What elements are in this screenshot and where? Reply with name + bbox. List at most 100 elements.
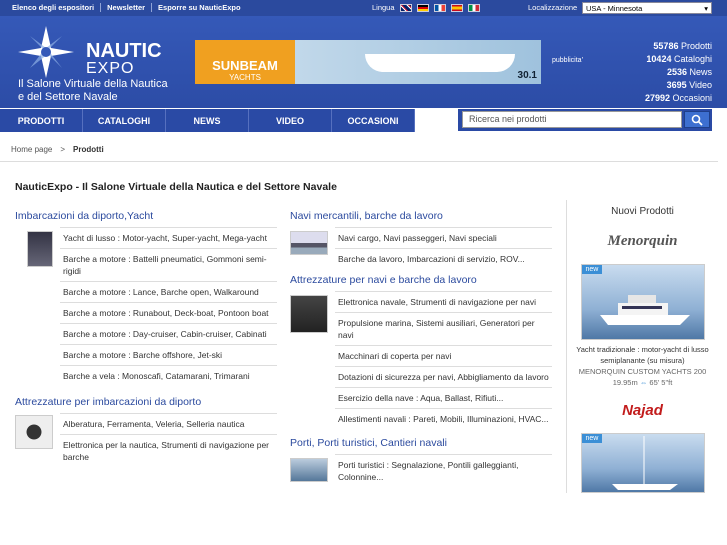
list-item[interactable]: Elettronica per la nautica, Strumenti di… [60,434,277,467]
electronics-thumbnail[interactable] [290,295,328,333]
category-title[interactable]: Navi mercantili, barche da lavoro [290,210,552,222]
list-item[interactable]: Elettronica navale, Strumenti di navigaz… [335,291,552,312]
banner-brand: SUNBEAM [212,58,278,73]
location-select[interactable]: USA - Minnesota ▾ [582,2,712,14]
search-icon [691,114,703,126]
flag-fr-icon[interactable] [433,3,446,12]
lingua-label: Lingua [372,3,395,12]
list-item[interactable]: Macchinari di coperta per navi [335,345,552,366]
boat-image [365,54,515,72]
list-item[interactable]: Yacht di lusso : Motor-yacht, Super-yach… [60,227,277,248]
list-item[interactable]: Navi cargo, Navi passeggeri, Navi specia… [335,227,552,248]
ship-thumbnail[interactable] [290,231,328,255]
nav-news[interactable]: NEWS [166,109,249,132]
category-title[interactable]: Attrezzature per navi e barche da lavoro [290,274,552,286]
list-item[interactable]: Barche a motore : Runabout, Deck-boat, P… [60,302,277,323]
stat-cataloghi[interactable]: 10424 Cataloghi [645,53,712,66]
ad-banner[interactable]: SUNBEAM YACHTS 30.1 [195,40,541,84]
new-badge: new [581,434,603,443]
list-item[interactable]: Barche a motore : Battelli pneumatici, G… [60,248,277,281]
stat-num: 27992 [644,93,670,103]
stat-label: Cataloghi [673,54,712,64]
nav-occasioni[interactable]: OCCASIONI [332,109,415,132]
link-newsletter[interactable]: Newsletter [101,3,153,12]
category-block: Yacht di lusso : Motor-yacht, Super-yach… [15,227,277,386]
localizzazione-label: Localizzazione [528,3,578,12]
motor-yacht-icon [599,295,690,325]
breadcrumb-home[interactable]: Home page [11,145,52,154]
list-item[interactable]: Porti turistici : Segnalazione, Pontili … [335,454,552,487]
winch-thumbnail[interactable] [15,415,53,449]
list-item[interactable]: Barche a vela : Monoscafi, Catamarani, T… [60,365,277,386]
flag-it-icon[interactable] [467,3,480,12]
logo-line1: NAUTIC [86,40,162,62]
logo-text: NAUTIC EXPO [86,40,162,78]
nauticexpo-logo[interactable]: NAUTIC EXPO [18,26,162,78]
sailboat-icon [611,436,678,490]
top-bar: Elenco degli espositori Newsletter Espor… [0,0,727,16]
banner-sub: YACHTS [229,73,261,82]
nav-prodotti[interactable]: PRODOTTI [0,109,83,132]
search-bar: Ricerca nei prodotti [458,109,712,131]
stat-label: Prodotti [680,41,712,51]
flag-de-icon[interactable] [416,3,429,12]
header: NAUTIC EXPO Il Salone Virtuale della Nau… [0,16,727,108]
list-item[interactable]: Barche a motore : Day-cruiser, Cabin-cru… [60,323,277,344]
product-desc[interactable]: Yacht tradizionale : motor-yacht di luss… [567,344,718,366]
najad-logo[interactable]: Najad [567,402,718,419]
breadcrumb-separator: > [60,145,66,154]
category-block: Elettronica navale, Strumenti di navigaz… [290,291,552,429]
category-block: Navi cargo, Navi passeggeri, Navi specia… [290,227,552,269]
menorquin-logo[interactable]: Menorquin [567,233,718,250]
tagline-line1: Il Salone Virtuale della Nautica [18,78,168,90]
stat-label: Video [689,80,712,90]
stat-prodotti[interactable]: 55786 Prodotti [645,40,712,53]
new-products-title: Nuovi Prodotti [611,206,674,217]
breadcrumb-current: Prodotti [73,145,104,154]
chevron-down-icon: ▾ [704,4,708,13]
stat-news[interactable]: 2536 News [645,66,712,79]
list-item[interactable]: Propulsione marina, Sistemi ausiliari, G… [335,312,552,345]
yacht-thumbnail[interactable] [27,231,53,267]
list-item[interactable]: Esercizio della nave : Aqua, Ballast, Ri… [335,387,552,408]
flag-uk-icon[interactable] [399,3,412,12]
list-item[interactable]: Barche a motore : Barche offshore, Jet-s… [60,344,277,365]
size-m: 19.95m [612,378,638,387]
category-title[interactable]: Porti, Porti turistici, Cantieri navali [290,437,552,449]
link-exhibitors[interactable]: Elenco degli espositori [6,3,102,12]
sunbeam-logo: SUNBEAM YACHTS [195,40,295,84]
list-item[interactable]: Dotazioni di sicurezza per navi, Abbigli… [335,366,552,387]
site-stats: 55786 Prodotti 10424 Cataloghi 2536 News… [645,40,712,105]
search-input[interactable]: Ricerca nei prodotti [462,111,682,128]
category-items: Porti turistici : Segnalazione, Pontili … [335,454,552,487]
category-items: Elettronica navale, Strumenti di navigaz… [335,291,552,429]
category-block: Porti turistici : Segnalazione, Pontili … [290,454,552,487]
nav-video[interactable]: VIDEO [249,109,332,132]
left-column: Imbarcazioni da diporto,Yacht Yacht di l… [15,210,277,467]
list-item[interactable]: Alberatura, Ferramenta, Veleria, Selleri… [60,413,277,434]
category-title[interactable]: Imbarcazioni da diporto,Yacht [15,210,277,222]
product-name[interactable]: MENORQUIN CUSTOM YACHTS 200 [567,366,718,377]
list-item[interactable]: Barche a motore : Lance, Barche open, Wa… [60,281,277,302]
flag-es-icon[interactable] [450,3,463,12]
search-button[interactable] [684,111,710,128]
stat-num: 3695 [666,80,687,90]
link-exhibit[interactable]: Esporre su NauticExpo [152,3,247,12]
list-item[interactable]: Allestimenti navali : Pareti, Mobili, Il… [335,408,552,429]
logo-line2: EXPO [86,60,135,77]
stat-video[interactable]: 3695 Video [645,79,712,92]
product-size: 19.95m ⇔ 65' 5"ft [567,377,718,388]
product-image[interactable]: new [580,433,705,493]
middle-column: Navi mercantili, barche da lavoro Navi c… [290,210,552,487]
port-thumbnail[interactable] [290,458,328,482]
pubblicita-label: pubblicita' [552,57,583,64]
top-links: Elenco degli espositori Newsletter Espor… [6,3,247,12]
new-products-panel: Nuovi Prodotti Menorquin new Yacht tradi… [566,200,718,493]
list-item[interactable]: Barche da lavoro, Imbarcazioni di serviz… [335,248,552,269]
product-image[interactable]: new [580,264,705,340]
category-title[interactable]: Attrezzature per imbarcazioni da diporto [15,396,277,408]
stat-label: Occasioni [672,93,712,103]
stat-occasioni[interactable]: 27992 Occasioni [645,92,712,105]
product-info: Yacht tradizionale : motor-yacht di luss… [567,344,718,388]
nav-cataloghi[interactable]: CATALOGHI [83,109,166,132]
